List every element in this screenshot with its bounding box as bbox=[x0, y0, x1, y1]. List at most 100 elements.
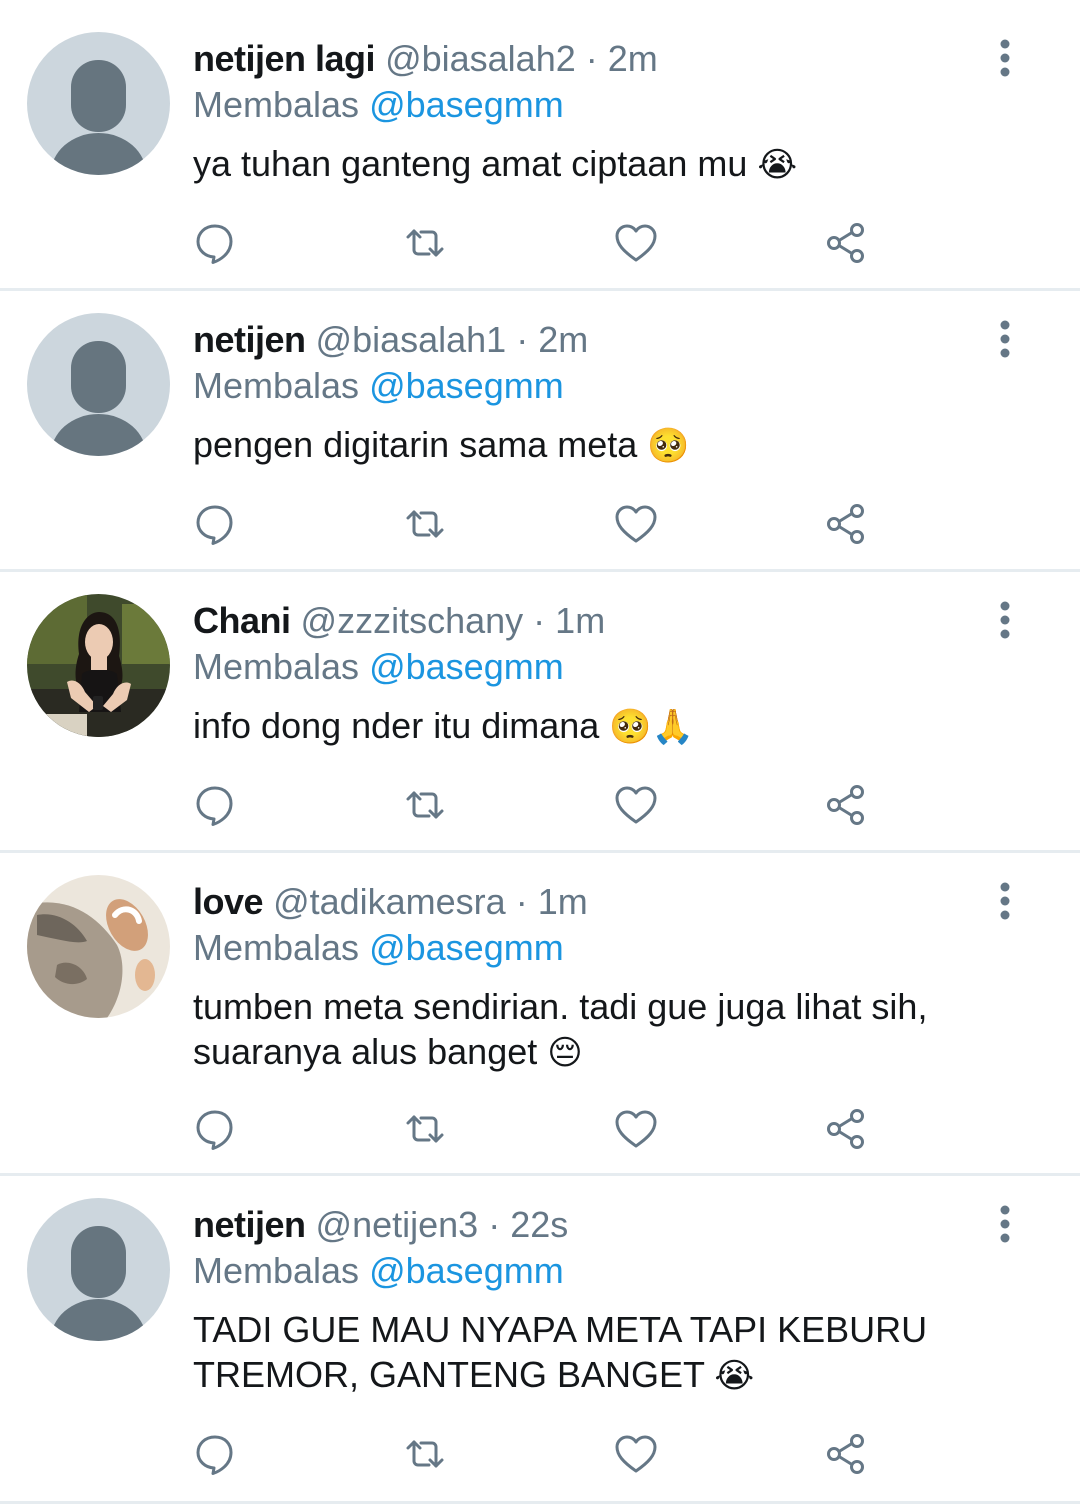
timestamp[interactable]: 2m bbox=[538, 319, 588, 360]
tweet-header: Chani @zzzitschany · 1m bbox=[193, 598, 605, 644]
avatar[interactable] bbox=[27, 313, 170, 456]
timestamp[interactable]: 1m bbox=[555, 600, 605, 641]
emoji: 🥺 bbox=[647, 426, 690, 466]
timestamp[interactable]: 2m bbox=[608, 38, 658, 79]
photo-avatar-cat-icon bbox=[27, 875, 170, 1018]
more-options-icon[interactable] bbox=[990, 319, 1020, 359]
photo-avatar-girl-icon bbox=[27, 594, 170, 737]
action-bar bbox=[190, 780, 890, 830]
emoji: 😭 bbox=[757, 145, 798, 185]
action-bar bbox=[190, 499, 890, 549]
like-icon[interactable] bbox=[611, 1429, 661, 1479]
share-icon[interactable] bbox=[821, 780, 871, 830]
separator: · bbox=[585, 38, 598, 79]
action-bar bbox=[190, 218, 890, 268]
reply-icon[interactable] bbox=[190, 218, 240, 268]
mention-link[interactable]: @basegmm bbox=[369, 365, 564, 406]
tweet-header: netijen @biasalah1 · 2m bbox=[193, 317, 588, 363]
tweet[interactable]: Chani @zzzitschany · 1m Membalas @basegm… bbox=[0, 572, 1080, 853]
like-icon[interactable] bbox=[611, 218, 661, 268]
retweet-icon[interactable] bbox=[400, 218, 450, 268]
default-avatar-icon bbox=[27, 313, 170, 456]
reply-feed: netijen lagi @biasalah2 · 2m Membalas @b… bbox=[0, 0, 1080, 1504]
default-avatar-icon bbox=[27, 1198, 170, 1341]
replying-to: Membalas @basegmm bbox=[193, 925, 564, 971]
more-options-icon[interactable] bbox=[990, 600, 1020, 640]
display-name[interactable]: netijen bbox=[193, 1204, 306, 1245]
reply-icon[interactable] bbox=[190, 1104, 240, 1154]
reply-icon[interactable] bbox=[190, 1429, 240, 1479]
share-icon[interactable] bbox=[821, 499, 871, 549]
replying-label: Membalas bbox=[193, 646, 360, 687]
share-icon[interactable] bbox=[821, 1104, 871, 1154]
tweet-text: tumben meta sendirian. tadi gue juga lih… bbox=[193, 984, 1043, 1076]
more-options-icon[interactable] bbox=[990, 881, 1020, 921]
reply-icon[interactable] bbox=[190, 780, 240, 830]
emoji: 🥺🙏 bbox=[609, 707, 694, 747]
emoji: 😔 bbox=[547, 1033, 583, 1073]
retweet-icon[interactable] bbox=[400, 780, 450, 830]
user-handle[interactable]: @biasalah1 bbox=[316, 319, 507, 360]
tweet[interactable]: love @tadikamesra · 1m Membalas @basegmm… bbox=[0, 853, 1080, 1176]
share-icon[interactable] bbox=[821, 1429, 871, 1479]
default-avatar-icon bbox=[27, 32, 170, 175]
user-handle[interactable]: @biasalah2 bbox=[385, 38, 576, 79]
tweet[interactable]: netijen lagi @biasalah2 · 2m Membalas @b… bbox=[0, 0, 1080, 291]
emoji: 😭 bbox=[714, 1356, 755, 1396]
avatar[interactable] bbox=[27, 1198, 170, 1341]
avatar[interactable] bbox=[27, 594, 170, 737]
like-icon[interactable] bbox=[611, 499, 661, 549]
tweet[interactable]: netijen @biasalah1 · 2m Membalas @basegm… bbox=[0, 291, 1080, 572]
replying-to: Membalas @basegmm bbox=[193, 1248, 564, 1294]
tweet-text: info dong nder itu dimana 🥺🙏 bbox=[193, 703, 1043, 750]
user-handle[interactable]: @netijen3 bbox=[316, 1204, 479, 1245]
like-icon[interactable] bbox=[611, 780, 661, 830]
avatar[interactable] bbox=[27, 32, 170, 175]
avatar[interactable] bbox=[27, 875, 170, 1018]
replying-to: Membalas @basegmm bbox=[193, 82, 564, 128]
replying-label: Membalas bbox=[193, 927, 360, 968]
like-icon[interactable] bbox=[611, 1104, 661, 1154]
display-name[interactable]: netijen bbox=[193, 319, 306, 360]
mention-link[interactable]: @basegmm bbox=[369, 646, 564, 687]
mention-link[interactable]: @basegmm bbox=[369, 84, 564, 125]
tweet-body: ya tuhan ganteng amat ciptaan mu bbox=[193, 143, 748, 184]
timestamp[interactable]: 22s bbox=[510, 1204, 568, 1245]
action-bar bbox=[190, 1104, 890, 1154]
retweet-icon[interactable] bbox=[400, 499, 450, 549]
user-handle[interactable]: @zzzitschany bbox=[301, 600, 524, 641]
separator: · bbox=[533, 600, 546, 641]
tweet-header: netijen @netijen3 · 22s bbox=[193, 1202, 568, 1248]
mention-link[interactable]: @basegmm bbox=[369, 1250, 564, 1291]
reply-icon[interactable] bbox=[190, 499, 240, 549]
tweet-header: netijen lagi @biasalah2 · 2m bbox=[193, 36, 658, 82]
tweet-body: TADI GUE MAU NYAPA META TAPI KEBURU TREM… bbox=[193, 1309, 928, 1395]
more-options-icon[interactable] bbox=[990, 38, 1020, 78]
share-icon[interactable] bbox=[821, 218, 871, 268]
tweet-body: info dong nder itu dimana bbox=[193, 705, 600, 746]
tweet-text: TADI GUE MAU NYAPA META TAPI KEBURU TREM… bbox=[193, 1307, 1043, 1399]
user-handle[interactable]: @tadikamesra bbox=[273, 881, 506, 922]
display-name[interactable]: Chani bbox=[193, 600, 291, 641]
tweet-text: pengen digitarin sama meta 🥺 bbox=[193, 422, 1043, 469]
display-name[interactable]: love bbox=[193, 881, 264, 922]
more-options-icon[interactable] bbox=[990, 1204, 1020, 1244]
action-bar bbox=[190, 1429, 890, 1479]
separator: · bbox=[488, 1204, 501, 1245]
tweet[interactable]: netijen @netijen3 · 22s Membalas @basegm… bbox=[0, 1176, 1080, 1504]
replying-label: Membalas bbox=[193, 84, 360, 125]
retweet-icon[interactable] bbox=[400, 1429, 450, 1479]
replying-to: Membalas @basegmm bbox=[193, 644, 564, 690]
separator: · bbox=[516, 319, 529, 360]
replying-to: Membalas @basegmm bbox=[193, 363, 564, 409]
separator: · bbox=[515, 881, 528, 922]
replying-label: Membalas bbox=[193, 1250, 360, 1291]
display-name[interactable]: netijen lagi bbox=[193, 38, 376, 79]
retweet-icon[interactable] bbox=[400, 1104, 450, 1154]
mention-link[interactable]: @basegmm bbox=[369, 927, 564, 968]
tweet-body: pengen digitarin sama meta bbox=[193, 424, 638, 465]
tweet-text: ya tuhan ganteng amat ciptaan mu 😭 bbox=[193, 141, 1043, 188]
tweet-header: love @tadikamesra · 1m bbox=[193, 879, 588, 925]
replying-label: Membalas bbox=[193, 365, 360, 406]
timestamp[interactable]: 1m bbox=[538, 881, 588, 922]
